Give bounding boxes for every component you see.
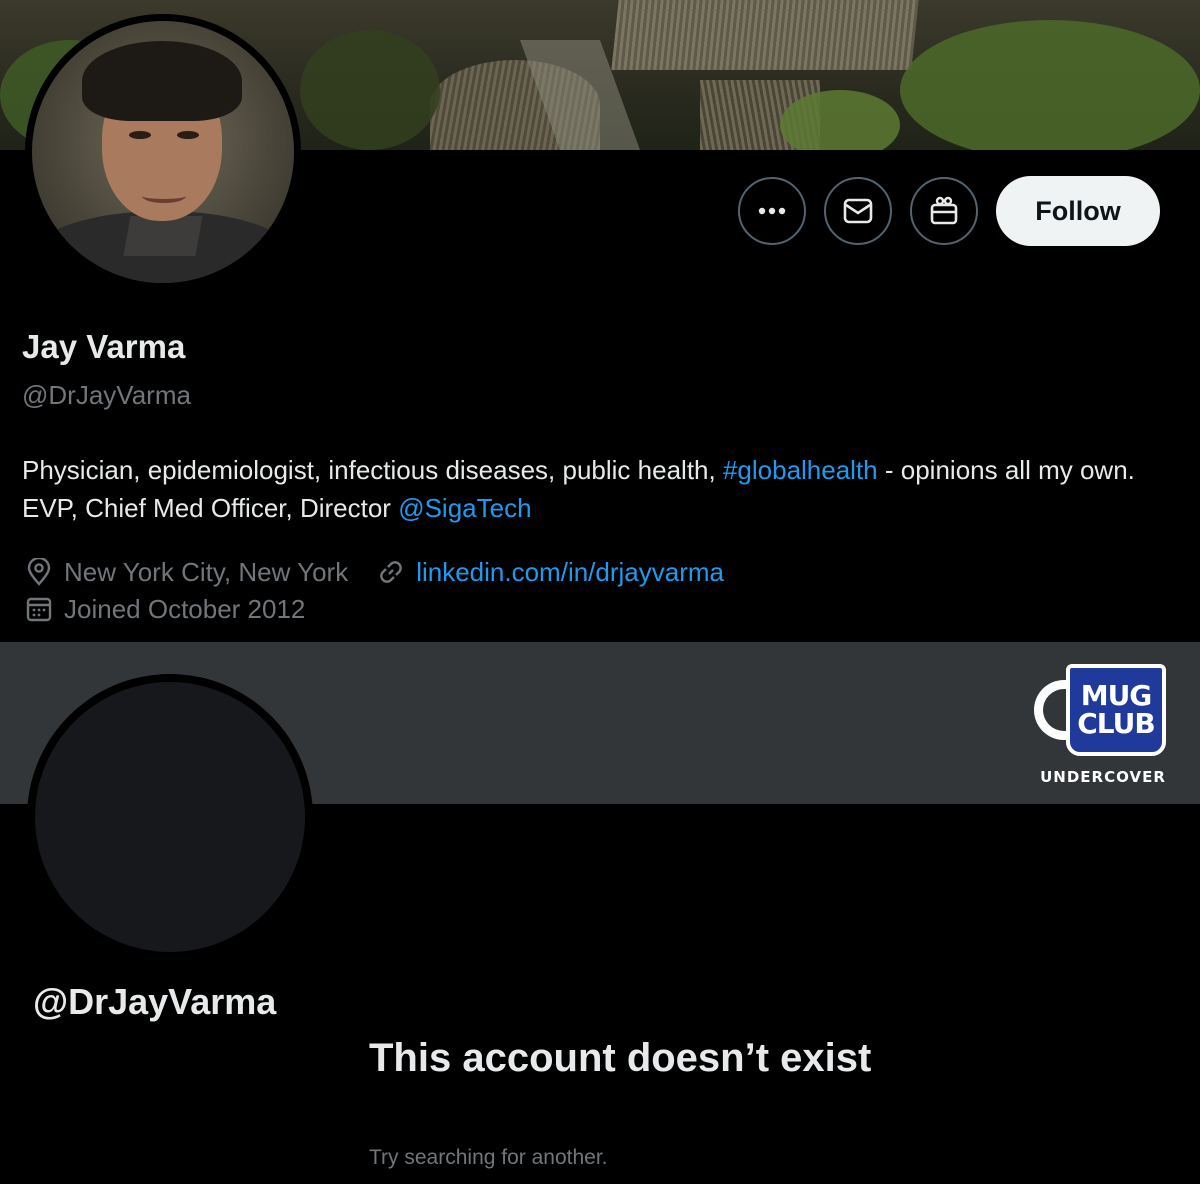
message-button[interactable] <box>824 177 892 245</box>
envelope-icon <box>843 198 873 224</box>
bio-mention-link[interactable]: @SigaTech <box>398 493 531 523</box>
banner-foliage <box>900 20 1200 150</box>
profile-location: New York City, New York <box>64 556 349 587</box>
profile-actions: Follow <box>738 176 1160 246</box>
profile-meta-row: New York City, New York linkedin.com/in/… <box>22 556 724 588</box>
logo-line-2: CLUB <box>1077 707 1155 740</box>
follow-button[interactable]: Follow <box>996 176 1160 246</box>
more-icon <box>758 207 786 215</box>
profile-bio: Physician, epidemiologist, infectious di… <box>22 451 1172 527</box>
more-button[interactable] <box>738 177 806 245</box>
calendar-icon <box>22 593 56 625</box>
deleted-profile-handle: @DrJayVarma <box>33 981 277 1022</box>
mug-body: MUG CLUB <box>1066 664 1166 756</box>
link-icon <box>374 556 408 588</box>
bio-text: Physician, epidemiologist, infectious di… <box>22 455 723 485</box>
gift-icon <box>930 196 958 225</box>
banner-hut-roof <box>611 0 919 70</box>
bio-hashtag-link[interactable]: #globalhealth <box>723 455 878 485</box>
logo-caption: UNDERCOVER <box>1040 768 1166 786</box>
profile-avatar[interactable] <box>25 14 301 290</box>
profile-meta-row: Joined October 2012 <box>22 593 305 625</box>
logo-line-1: MUG <box>1080 679 1153 712</box>
empty-state-subtitle: Try searching for another. <box>369 1146 608 1169</box>
subscribe-button[interactable] <box>910 177 978 245</box>
banner-foliage <box>780 90 900 150</box>
empty-state-title: This account doesn’t exist <box>369 1036 872 1080</box>
profile-handle: @DrJayVarma <box>22 380 191 410</box>
mug-club-logo: MUG CLUB UNDERCOVER <box>1022 664 1184 794</box>
location-pin-icon <box>22 556 56 588</box>
profile-website-link[interactable]: linkedin.com/in/drjayvarma <box>416 557 724 588</box>
avatar-photo <box>32 21 294 283</box>
profile-name: Jay Varma <box>22 328 186 365</box>
banner-foliage <box>300 30 440 150</box>
profile-joined: Joined October 2012 <box>64 593 306 624</box>
empty-avatar <box>27 674 313 960</box>
